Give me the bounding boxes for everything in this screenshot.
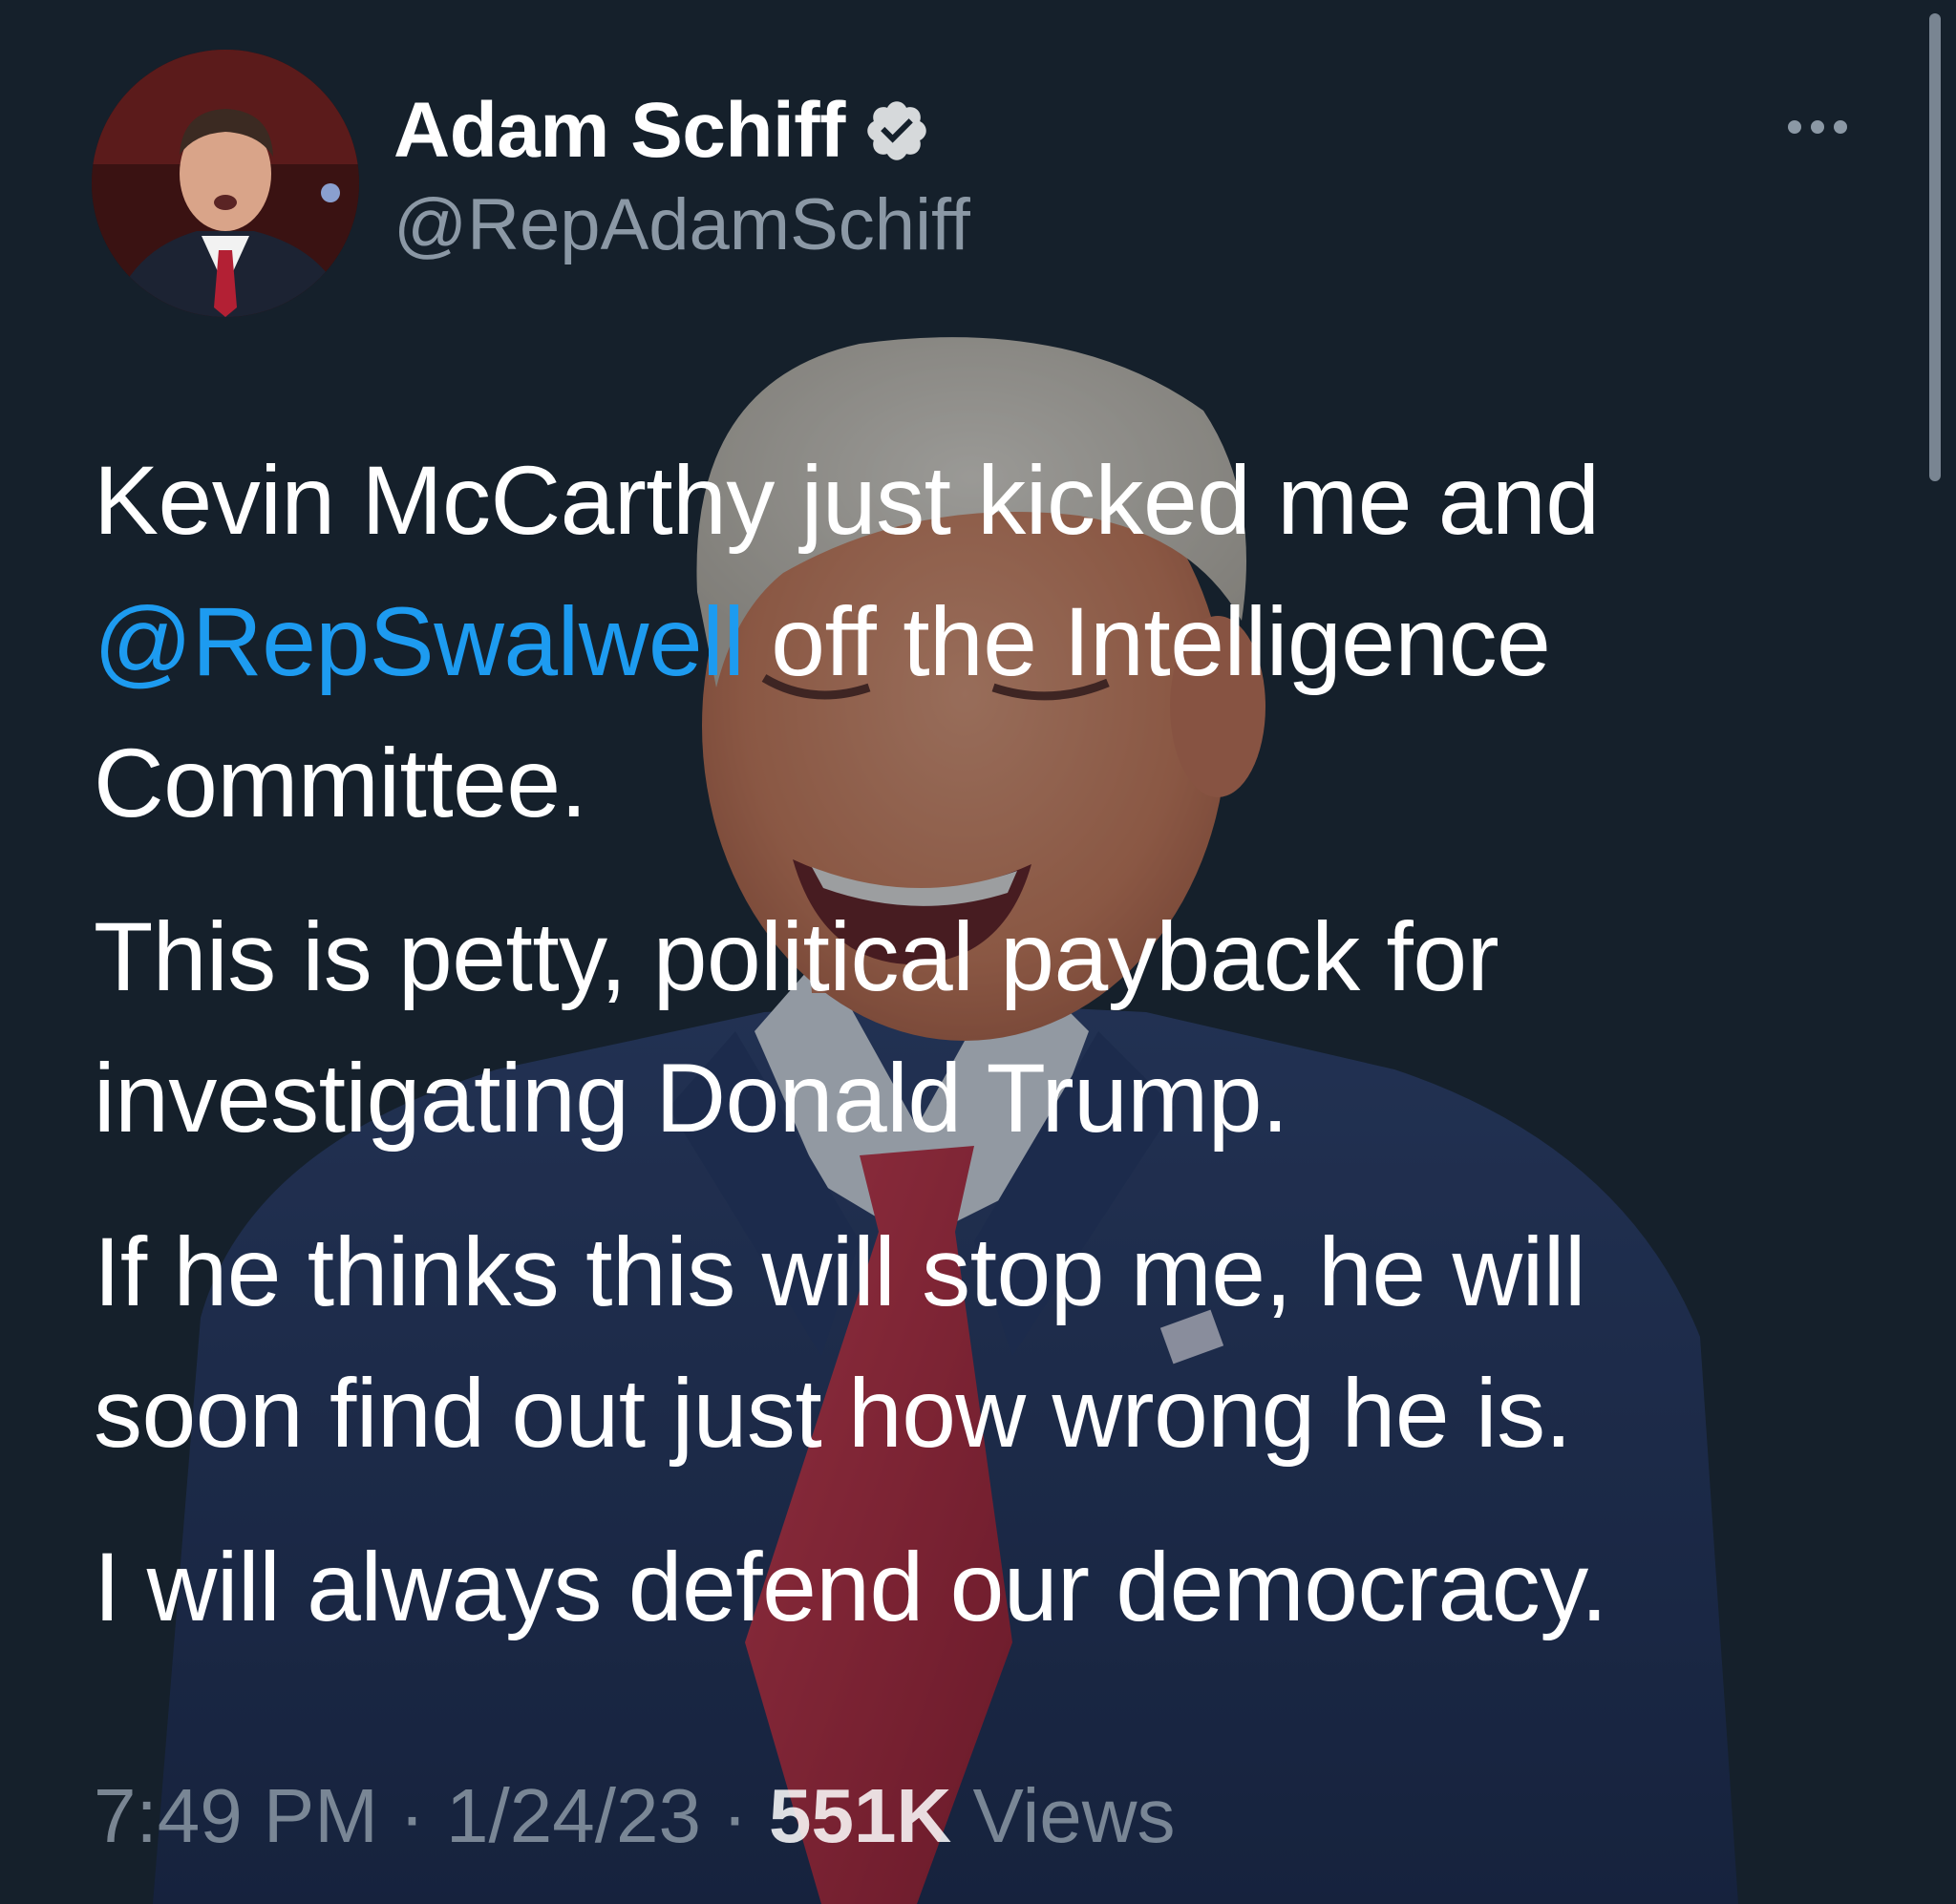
author-display-name[interactable]: Adam Schiff <box>393 92 845 170</box>
tweet-line: investigating Donald Trump. <box>94 1044 1288 1153</box>
more-dot <box>1788 120 1801 134</box>
author-avatar[interactable] <box>92 50 359 317</box>
more-dot <box>1834 120 1847 134</box>
tweet-paragraph-4: I will always defend our democracy. <box>94 1516 1813 1658</box>
tweet-paragraph-2: This is petty, political payback for inv… <box>94 886 1813 1169</box>
tweet-meta: 7:49 PM · 1/24/23 · 551K Views <box>94 1778 1175 1854</box>
scrollbar[interactable] <box>1924 0 1946 497</box>
tweet-line: I will always defend our democracy. <box>94 1533 1607 1641</box>
tweet-paragraph-1: Kevin McCarthy just kicked me and @RepSw… <box>94 430 1813 854</box>
views-label: Views <box>951 1773 1176 1858</box>
tweet-date[interactable]: 1/24/23 <box>446 1773 701 1858</box>
tweet-line: This is petty, political payback for <box>94 902 1499 1011</box>
author-name-row[interactable]: Adam Schiff <box>393 92 931 170</box>
meta-separator: · <box>377 1773 447 1858</box>
tweet-line: Committee. <box>94 729 587 837</box>
mention-link[interactable]: @RepSwalwell <box>94 587 745 696</box>
tweet-line: Kevin McCarthy just kicked me and <box>94 446 1600 555</box>
more-options-icon[interactable] <box>1788 120 1847 134</box>
tweet-time[interactable]: 7:49 PM <box>94 1773 378 1858</box>
verified-badge-icon <box>867 101 926 160</box>
views-count[interactable]: 551K <box>769 1773 951 1858</box>
tweet-line: If he thinks this will stop me, he will <box>94 1217 1586 1326</box>
meta-separator: · <box>700 1773 770 1858</box>
tweet-line: soon find out just how wrong he is. <box>94 1359 1572 1468</box>
more-dot <box>1811 120 1824 134</box>
tweet-paragraph-3: If he thinks this will stop me, he will … <box>94 1201 1813 1484</box>
tweet-text: Kevin McCarthy just kicked me and @RepSw… <box>94 430 1813 1690</box>
tweet-screen: Adam Schiff @RepAdamSchiff Kevin McCarth… <box>0 0 1956 1904</box>
author-handle[interactable]: @RepAdamSchiff <box>393 189 970 262</box>
avatar-image <box>92 50 359 317</box>
tweet-line-text: off the Intelligence <box>744 587 1551 696</box>
scrollbar-thumb[interactable] <box>1929 13 1941 481</box>
tweet-line: @RepSwalwell off the Intelligence <box>94 571 1813 712</box>
